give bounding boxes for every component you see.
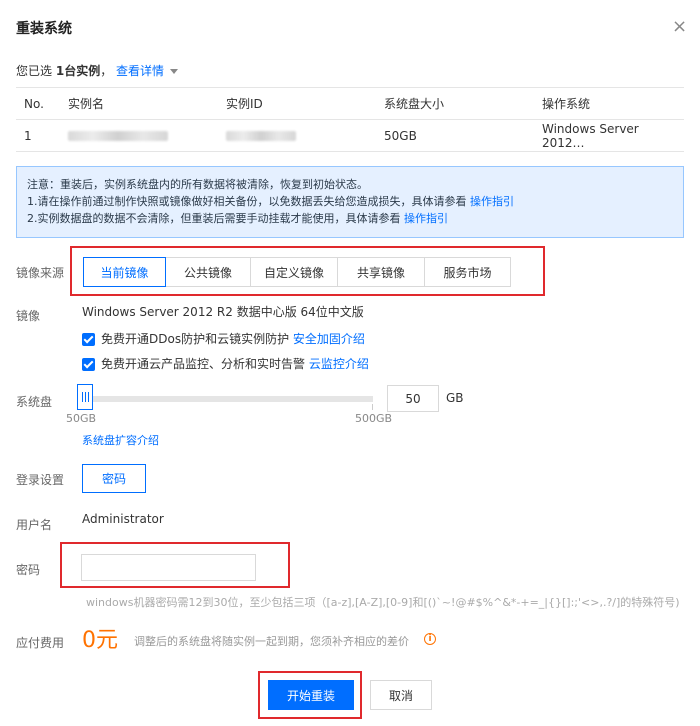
view-details-link[interactable]: 查看详情 (116, 64, 164, 78)
system-disk-label: 系统盘 (16, 395, 53, 409)
header-no: No. (16, 87, 60, 120)
fee-label: 应付费用 (16, 636, 65, 650)
header-os: 操作系统 (534, 87, 684, 120)
monitor-option-text: 免费开通云产品监控、分析和实时告警 (101, 357, 306, 371)
tab-shared-image[interactable]: 共享镜像 (337, 257, 425, 287)
slider-tick-max (372, 404, 373, 410)
cell-instance-name (60, 119, 218, 152)
security-hardening-link[interactable]: 安全加固介绍 (293, 332, 365, 346)
disk-slider-track[interactable] (88, 396, 373, 402)
cancel-button[interactable]: 取消 (370, 680, 432, 710)
checkbox-checked-icon[interactable] (82, 358, 95, 371)
selection-prefix: 您已选 (16, 64, 53, 78)
info-icon[interactable]: i (424, 633, 436, 645)
disk-unit: GB (446, 391, 464, 405)
password-label: 密码 (16, 563, 41, 577)
image-source-tabs: 当前镜像 公共镜像 自定义镜像 共享镜像 服务市场 (83, 257, 511, 287)
header-instance-name: 实例名 (60, 87, 218, 120)
username-value: Administrator (82, 512, 164, 526)
table-header-row: No. 实例名 实例ID 系统盘大小 操作系统 (16, 87, 684, 120)
selection-suffix: ， (100, 64, 113, 78)
ddos-option-text: 免费开通DDos防护和云镜实例防护 (101, 332, 290, 346)
disk-size-input[interactable]: 50 (387, 385, 439, 412)
tab-marketplace[interactable]: 服务市场 (424, 257, 511, 287)
cell-disk-size: 50GB (376, 119, 534, 152)
redacted-instance-name (68, 131, 168, 141)
tab-custom-image[interactable]: 自定义镜像 (250, 257, 338, 287)
selection-summary: 您已选 1台实例， 查看详情 (16, 62, 179, 79)
image-value: Windows Server 2012 R2 数据中心版 64位中文版 (82, 305, 364, 319)
login-settings-label: 登录设置 (16, 473, 65, 487)
dialog-title: 重装系统 (16, 21, 72, 37)
tab-public-image[interactable]: 公共镜像 (165, 257, 251, 287)
password-method-button[interactable]: 密码 (82, 464, 146, 493)
notice-line-3: 2.实例数据盘的数据不会清除，但重装后需要手动挂载才能使用，具体请参看 操作指引 (27, 210, 673, 227)
operation-guide-link-2[interactable]: 操作指引 (404, 212, 448, 225)
chevron-down-icon[interactable] (170, 69, 179, 74)
instance-table: No. 实例名 实例ID 系统盘大小 操作系统 1 50GB Windows S… (16, 87, 684, 152)
cell-instance-id (218, 119, 376, 152)
redacted-instance-id (226, 131, 296, 141)
username-label: 用户名 (16, 518, 53, 532)
notice-line-3-text: 2.实例数据盘的数据不会清除，但重装后需要手动挂载才能使用，具体请参看 (27, 212, 401, 225)
notice-line-2: 1.请在操作前通过制作快照或镜像做好相关备份，以免数据丢失给您造成损失，具体请参… (27, 193, 673, 210)
disk-expand-link[interactable]: 系统盘扩容介绍 (82, 432, 159, 448)
image-source-label: 镜像来源 (16, 266, 65, 280)
tab-current-image[interactable]: 当前镜像 (83, 257, 166, 287)
cell-no: 1 (16, 119, 60, 152)
slider-min-label: 50GB (66, 412, 97, 425)
fee-amount: 0元 (82, 628, 118, 653)
cloud-monitor-link[interactable]: 云监控介绍 (309, 357, 369, 371)
cell-os: Windows Server 2012… (534, 119, 684, 152)
ddos-option[interactable]: 免费开通DDos防护和云镜实例防护 安全加固介绍 (82, 330, 365, 347)
image-label: 镜像 (16, 309, 41, 323)
notice-line-2-text: 1.请在操作前通过制作快照或镜像做好相关备份，以免数据丢失给您造成损失，具体请参… (27, 195, 467, 208)
table-row: 1 50GB Windows Server 2012… (16, 119, 684, 152)
header-instance-id: 实例ID (218, 87, 376, 120)
notice-line-1: 注意：重装后，实例系统盘内的所有数据将被清除，恢复到初始状态。 (27, 178, 368, 191)
fee-description: 调整后的系统盘将随实例一起到期，您须补齐相应的差价 (134, 635, 409, 648)
start-reinstall-button[interactable]: 开始重装 (268, 680, 354, 710)
checkbox-checked-icon[interactable] (82, 333, 95, 346)
password-hint: windows机器密码需12到30位，至少包括三项（[a-z],[A-Z],[0… (86, 596, 680, 609)
disk-slider-handle[interactable] (77, 384, 93, 410)
monitor-option[interactable]: 免费开通云产品监控、分析和实时告警 云监控介绍 (82, 355, 369, 372)
selection-count: 1台实例 (55, 64, 101, 78)
header-disk-size: 系统盘大小 (376, 87, 534, 120)
warning-notice: 注意：重装后，实例系统盘内的所有数据将被清除，恢复到初始状态。 1.请在操作前通… (16, 166, 684, 238)
password-input[interactable] (81, 554, 256, 581)
slider-max-label: 500GB (355, 412, 393, 425)
operation-guide-link-1[interactable]: 操作指引 (470, 195, 514, 208)
close-icon[interactable]: × (672, 16, 687, 37)
